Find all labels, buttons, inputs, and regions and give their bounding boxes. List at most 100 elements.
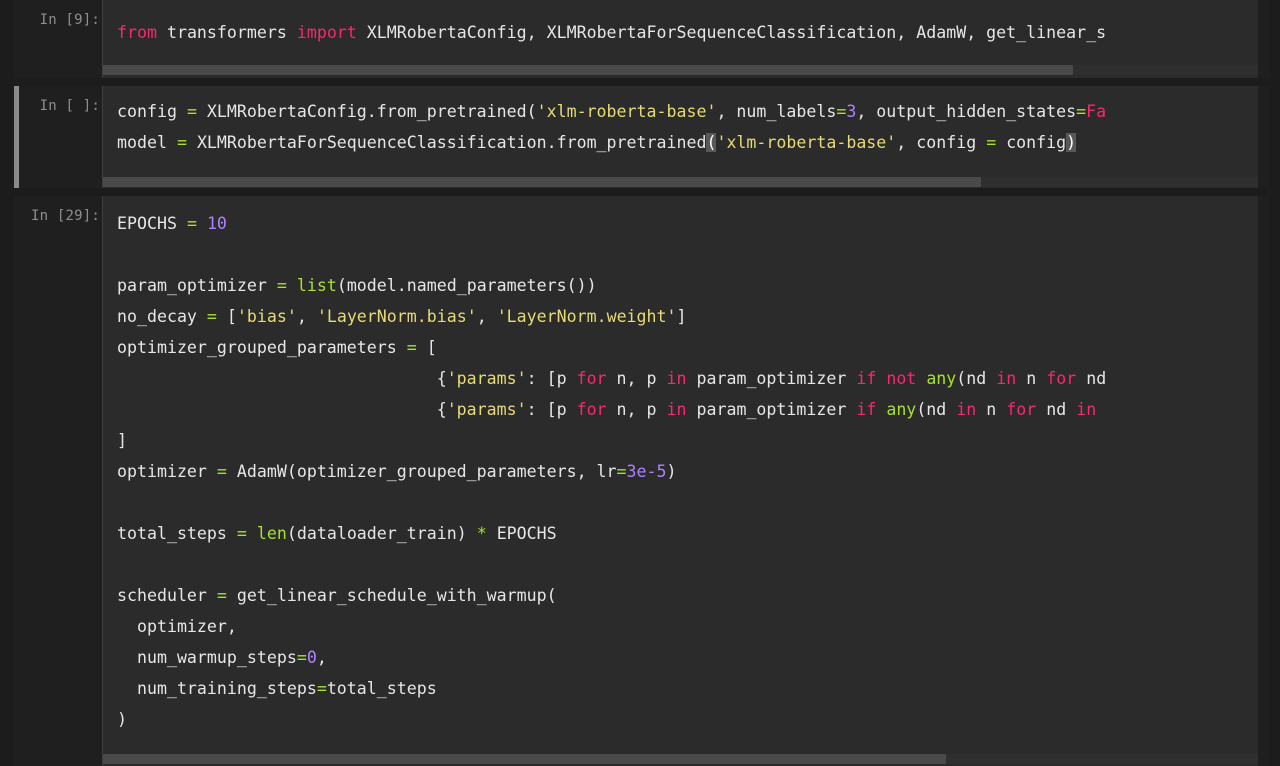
- code-token: =: [986, 133, 997, 152]
- code-line[interactable]: {'params': [p for n, p in param_optimize…: [117, 363, 1107, 394]
- code-token: ,: [316, 648, 327, 667]
- code-token: (: [706, 133, 717, 152]
- code-token: nd: [1036, 400, 1077, 419]
- code-cell-model-config[interactable]: In [ ]: config = XLMRobertaConfig.from_p…: [14, 86, 1270, 188]
- code-token: {: [117, 369, 447, 388]
- horizontal-scrollbar[interactable]: [103, 65, 1258, 75]
- code-token: 3e-5: [626, 462, 667, 481]
- code-token: (nd: [956, 369, 997, 388]
- code-token: [: [416, 338, 437, 357]
- code-token: no_decay: [117, 307, 207, 326]
- code-token: in: [666, 369, 687, 388]
- code-token: for: [576, 369, 607, 388]
- code-line[interactable]: optimizer_grouped_parameters = [: [117, 332, 1106, 363]
- code-token: 3: [846, 102, 857, 121]
- code-line[interactable]: [117, 239, 1106, 270]
- code-token: for: [576, 400, 607, 419]
- code-token: config: [117, 102, 187, 121]
- code-token: ,: [476, 307, 497, 326]
- code-editor[interactable]: from transformers import XLMRobertaConfi…: [117, 17, 1106, 48]
- code-token: =: [216, 586, 227, 605]
- code-line[interactable]: {'params': [p for n, p in param_optimize…: [117, 394, 1106, 425]
- code-line[interactable]: scheduler = get_linear_schedule_with_war…: [117, 580, 1106, 611]
- code-line[interactable]: num_training_steps=total_steps: [117, 673, 1106, 704]
- code-line[interactable]: ]: [117, 425, 1106, 456]
- code-token: {: [117, 400, 447, 419]
- cell-prompt: In [ ]:: [39, 98, 100, 114]
- code-token: in: [666, 400, 687, 419]
- code-token: , output_hidden_states: [856, 102, 1077, 121]
- code-token: : [p: [526, 400, 577, 419]
- code-token: 'params': [446, 369, 527, 388]
- horizontal-scrollbar[interactable]: [103, 177, 1258, 187]
- code-token: if: [856, 400, 877, 419]
- code-token: scheduler: [117, 586, 217, 605]
- code-line[interactable]: EPOCHS = 10: [117, 208, 1106, 239]
- code-cell-imports[interactable]: In [9]: from transformers import XLMRobe…: [14, 0, 1270, 78]
- code-line[interactable]: total_steps = len(dataloader_train) * EP…: [117, 518, 1106, 549]
- code-token: any: [926, 369, 957, 388]
- code-token: 'params': [446, 400, 527, 419]
- code-line[interactable]: num_warmup_steps=0,: [117, 642, 1106, 673]
- scrollbar-thumb[interactable]: [103, 177, 981, 187]
- cell-input-area[interactable]: config = XLMRobertaConfig.from_pretraine…: [102, 86, 1258, 188]
- code-token: , config: [896, 133, 987, 152]
- horizontal-scrollbar[interactable]: [103, 754, 1258, 764]
- code-line[interactable]: config = XLMRobertaConfig.from_pretraine…: [117, 96, 1106, 127]
- code-line[interactable]: optimizer,: [117, 611, 1106, 642]
- code-token: =: [186, 102, 197, 121]
- code-line[interactable]: param_optimizer = list(model.named_param…: [117, 270, 1106, 301]
- code-token: =: [616, 462, 627, 481]
- code-token: (model.named_parameters()): [336, 276, 597, 295]
- code-token: XLMRobertaConfig, XLMRobertaForSequenceC…: [356, 23, 1107, 42]
- code-token: [: [216, 307, 237, 326]
- code-token: from: [117, 23, 157, 42]
- code-token: for: [1046, 369, 1077, 388]
- code-token: model: [117, 133, 177, 152]
- code-line[interactable]: [117, 549, 1106, 580]
- code-token: in: [996, 369, 1017, 388]
- code-line[interactable]: [117, 487, 1106, 518]
- code-token: num_warmup_steps: [117, 648, 297, 667]
- code-line[interactable]: optimizer = AdamW(optimizer_grouped_para…: [117, 456, 1106, 487]
- code-token: not: [886, 369, 917, 388]
- code-line[interactable]: from transformers import XLMRobertaConfi…: [117, 17, 1106, 48]
- code-line[interactable]: ): [117, 704, 1106, 735]
- code-token: *: [476, 524, 487, 543]
- code-token: if: [856, 369, 877, 388]
- code-token: 0: [306, 648, 317, 667]
- code-token: nd: [1076, 369, 1107, 388]
- code-token: (dataloader_train): [286, 524, 477, 543]
- code-token: n, p: [606, 369, 667, 388]
- code-token: n: [976, 400, 1007, 419]
- scrollbar-thumb[interactable]: [103, 754, 947, 764]
- code-token: optimizer: [117, 462, 217, 481]
- code-token: in: [1076, 400, 1097, 419]
- scrollbar-thumb[interactable]: [103, 65, 1074, 75]
- code-token: 'xlm-roberta-base': [536, 102, 717, 121]
- code-editor[interactable]: EPOCHS = 10 param_optimizer = list(model…: [117, 208, 1106, 735]
- code-token: total_steps: [326, 679, 437, 698]
- code-editor[interactable]: config = XLMRobertaConfig.from_pretraine…: [117, 96, 1106, 158]
- cell-input-area[interactable]: EPOCHS = 10 param_optimizer = list(model…: [102, 196, 1258, 766]
- code-token: in: [956, 400, 977, 419]
- code-token: , num_labels: [716, 102, 837, 121]
- code-token: =: [406, 338, 417, 357]
- cell-prompt: In [29]:: [30, 208, 100, 224]
- code-token: ): [666, 462, 677, 481]
- cell-input-area[interactable]: from transformers import XLMRobertaConfi…: [102, 0, 1258, 78]
- code-token: =: [836, 102, 847, 121]
- code-token: ): [1066, 133, 1077, 152]
- code-token: =: [1076, 102, 1087, 121]
- code-token: num_training_steps: [117, 679, 317, 698]
- code-token: 'xlm-roberta-base': [716, 133, 897, 152]
- code-token: 'LayerNorm.bias': [316, 307, 477, 326]
- code-cell-training-setup[interactable]: In [29]: EPOCHS = 10 param_optimizer = l…: [14, 196, 1270, 766]
- code-token: =: [176, 133, 187, 152]
- code-token: n, p: [606, 400, 667, 419]
- code-line[interactable]: model = XLMRobertaForSequenceClassificat…: [117, 127, 1106, 158]
- code-line[interactable]: no_decay = ['bias', 'LayerNorm.bias', 'L…: [117, 301, 1106, 332]
